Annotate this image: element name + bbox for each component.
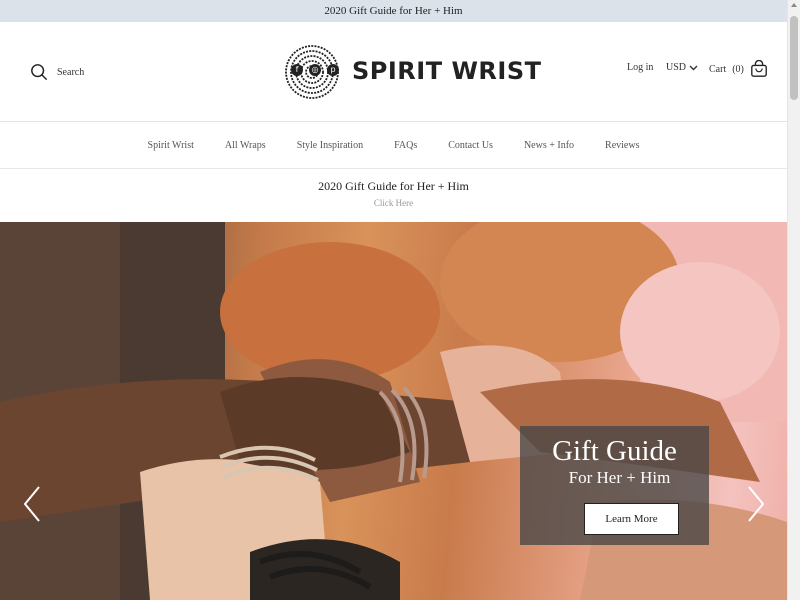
cart-icon [751,60,767,77]
currency-selector[interactable]: USD [666,62,698,73]
social-links: f ◎ p [291,64,339,76]
promo-link[interactable]: Click Here [0,198,787,208]
main-navigation: Spirit Wrist All Wraps Style Inspiration… [0,123,787,169]
scrollbar-thumb[interactable] [790,16,798,100]
login-link[interactable]: Log in [627,62,653,73]
cart-count: (0) [732,63,744,75]
search-button[interactable]: Search [30,63,84,81]
learn-more-button[interactable]: Learn More [584,503,679,535]
instagram-icon[interactable]: ◎ [309,64,321,76]
cart-button[interactable]: Cart (0) [709,60,768,78]
nav-item-style-inspiration[interactable]: Style Inspiration [281,140,378,151]
nav-item-reviews[interactable]: Reviews [590,140,655,151]
currency-value: USD [666,62,687,73]
logo-wordmark: SPIRIT WRIST [352,57,542,85]
promo-banner: 2020 Gift Guide for Her + Him Click Here [0,170,787,222]
announcement-bar[interactable]: 2020 Gift Guide for Her + Him [0,0,787,22]
hero-caption: Gift Guide For Her + Him Learn More [520,426,709,545]
hero-heading: Gift Guide [552,435,677,467]
facebook-icon[interactable]: f [291,64,303,76]
search-icon [31,64,48,81]
nav-item-faqs[interactable]: FAQs [379,140,433,151]
nav-item-spirit-wrist[interactable]: Spirit Wrist [132,140,209,151]
search-label: Search [57,66,85,78]
hero-subheading: For Her + Him [568,468,671,487]
hero-slideshow: Gift Guide For Her + Him Learn More [0,222,787,600]
pinterest-icon[interactable]: p [327,64,339,76]
promo-title: 2020 Gift Guide for Her + Him [318,179,469,193]
nav-item-news-info[interactable]: News + Info [508,140,589,151]
page-scrollbar[interactable] [787,0,800,600]
chevron-left-icon[interactable] [22,484,42,524]
nav-item-all-wraps[interactable]: All Wraps [209,140,281,151]
nav-item-contact-us[interactable]: Contact Us [433,140,509,151]
chevron-right-icon[interactable] [746,484,766,524]
site-header: Search SPIRIT WRIST f ◎ p Log in USD Car… [0,22,787,122]
chevron-down-icon [689,65,698,70]
scroll-up-arrow-icon[interactable] [791,3,797,7]
cart-label: Cart [709,63,727,75]
